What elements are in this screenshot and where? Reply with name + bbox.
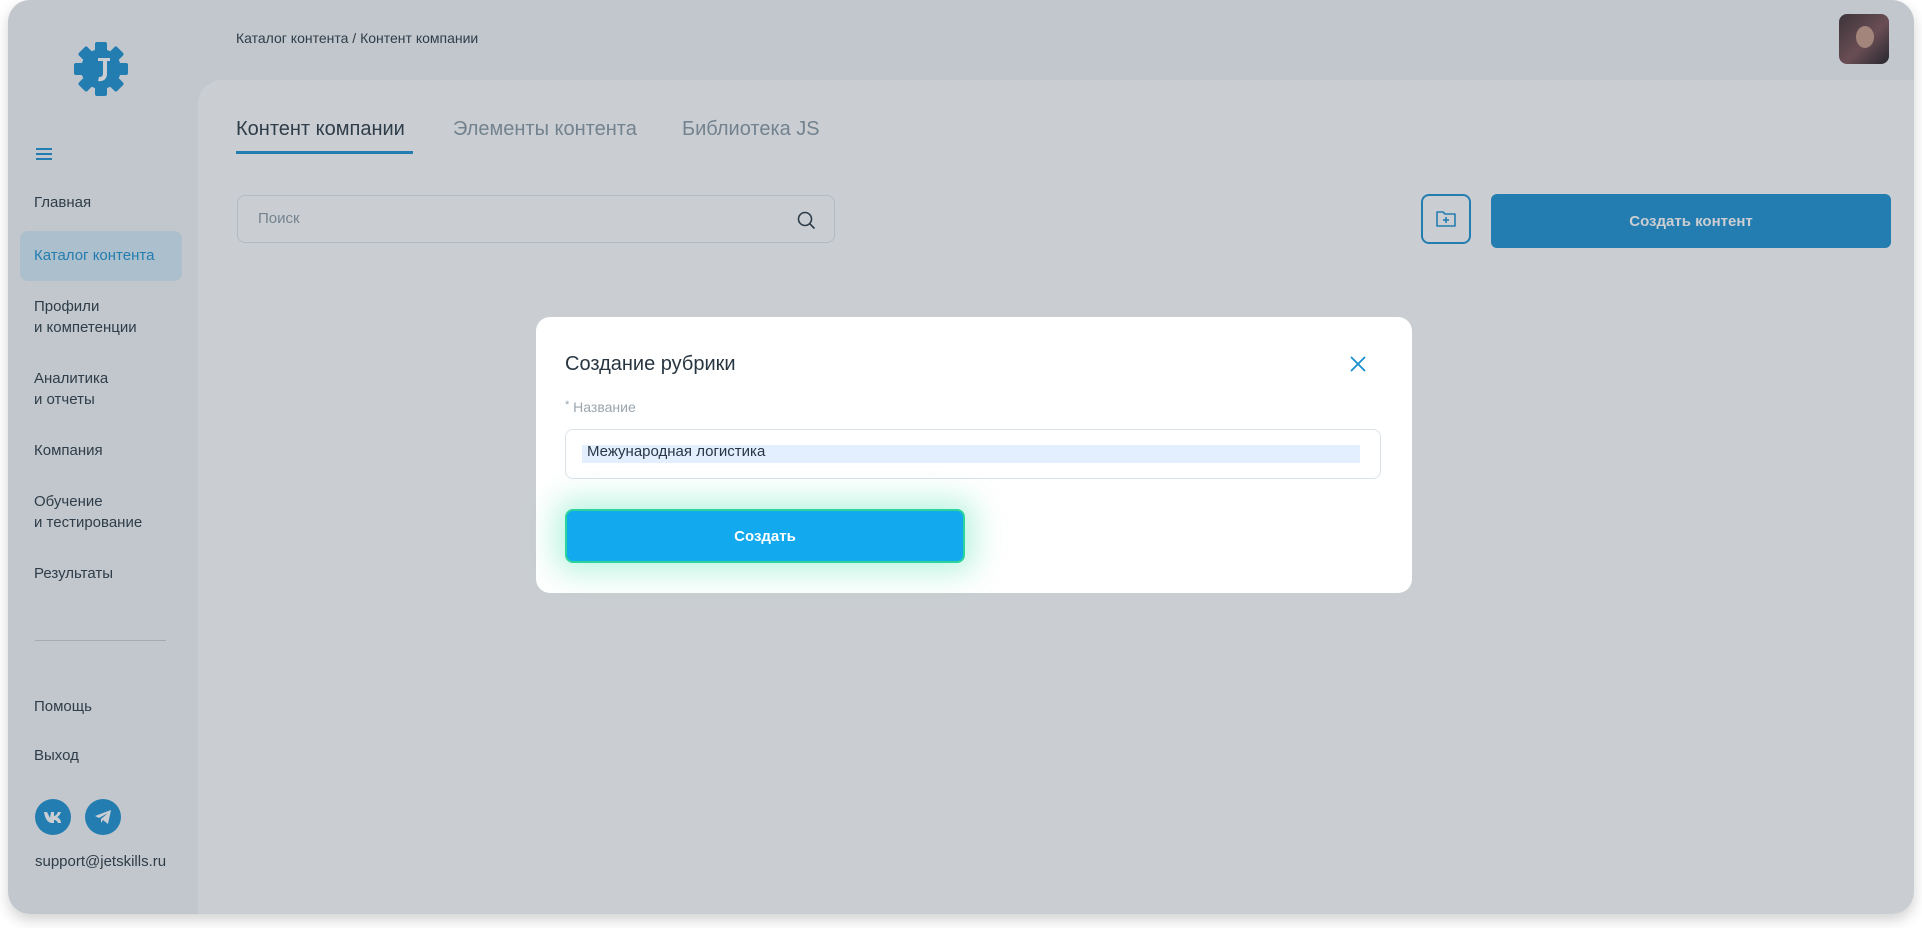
create-button[interactable]: Создать: [565, 509, 965, 563]
name-field-label-text: Название: [573, 399, 636, 415]
app-window: Главная Каталог контента Профили и компе…: [8, 0, 1914, 914]
name-input[interactable]: [585, 442, 1349, 461]
create-rubric-dialog: Создание рубрики * Название Создать: [536, 317, 1412, 593]
dialog-title: Создание рубрики: [565, 353, 736, 375]
required-marker: *: [565, 399, 570, 411]
name-field-label: * Название: [565, 399, 636, 415]
name-field-box: [565, 429, 1381, 479]
close-icon[interactable]: [1348, 354, 1368, 374]
